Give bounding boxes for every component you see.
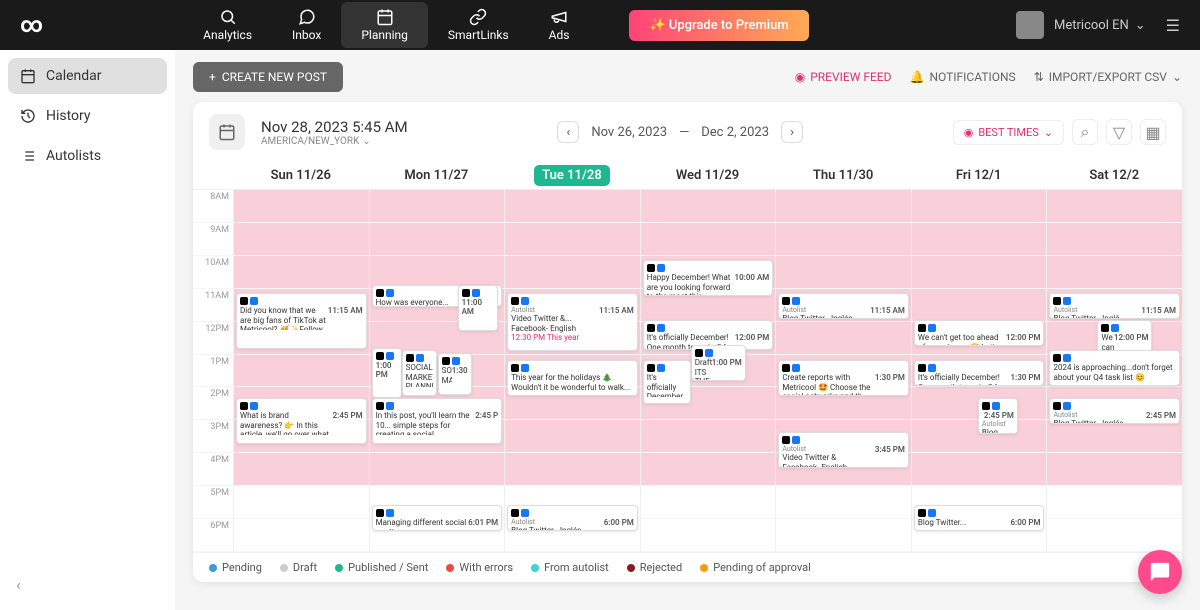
day-header: Sat 12/2 [1046,162,1182,189]
legend-item: Published / Sent [335,561,428,574]
day-column[interactable]: 11:15 AMDid you know that we are big fan… [233,190,369,552]
calendar-icon [209,114,245,150]
calendar-event[interactable]: 1:00 PMDraft ITS THE MOS... WONDERFUL 🎄 [691,345,746,381]
calendar-event[interactable]: This year for the holidays 🎄 Wouldn't it… [507,360,638,396]
day-header: Thu 11/30 [775,162,911,189]
nav-inbox[interactable]: Inbox [272,2,341,48]
instagram-icon: ◉ [795,70,805,84]
create-post-button[interactable]: +CREATE NEW POST [193,62,343,92]
brand-avatar [1016,11,1044,39]
day-header: Sun 11/26 [233,162,369,189]
legend-item: Rejected [627,561,682,574]
hamburger-menu-icon[interactable]: ☰ [1166,16,1180,35]
main-nav: Analytics Inbox Planning SmartLinks Ads [183,2,589,48]
sort-icon: ⇅ [1034,70,1044,84]
calendar-event[interactable]: 6:00 PMAutolistBlog Twitter - Inglés [507,505,638,531]
nav-analytics[interactable]: Analytics [183,2,272,48]
sidebar: Calendar History Autolists ‹ [0,50,175,610]
sidebar-item-autolists[interactable]: Autolists [8,138,167,174]
calendar-event[interactable]: 1:30SOCIA MARKE... [438,353,472,395]
sidebar-collapse-icon[interactable]: ‹ [8,567,29,602]
logo: ∞ [20,13,43,38]
upgrade-button[interactable]: ✨ Upgrade to Premium [629,10,808,41]
time-label: 12PM [193,322,233,355]
calendar-event[interactable]: 10:00 AMHappy December! What are you loo… [643,260,774,296]
import-export-button[interactable]: ⇅IMPORT/EXPORT CSV⌄ [1034,70,1182,84]
time-label: 2PM [193,387,233,420]
chevron-down-icon: ⌄ [1044,126,1053,139]
time-label: 5PM [193,486,233,519]
calendar-panel: Nov 28, 2023 5:45 AM AMERICA/NEW_YORK⌄ ‹… [193,102,1182,582]
calendar-event[interactable]: 3:45 PMAutolistVideo Twitter & Facebook-… [778,432,909,468]
chevron-down-icon: ⌄ [362,136,370,147]
current-datetime: Nov 28, 2023 5:45 AM [261,118,408,136]
calendar-event[interactable]: 6:00 PMBlog Twitter... [914,505,1045,531]
legend-item: Pending of approval [700,561,811,574]
nav-planning[interactable]: Planning [341,2,428,48]
calendar-view-icon[interactable]: ▦ [1140,119,1166,145]
time-label: 10AM [193,256,233,289]
day-column[interactable]: 10:00 AMHappy December! What are you loo… [640,190,776,552]
day-header: Fri 12/1 [911,162,1047,189]
date-range-start: Nov 26, 2023 [591,125,667,140]
day-column[interactable]: 12:00 PMWe can't get too ahead of oursel… [911,190,1047,552]
instagram-icon: ◉ [964,126,974,139]
next-week-button[interactable]: › [781,121,803,143]
time-label: 11AM [193,289,233,322]
nav-smartlinks[interactable]: SmartLinks [428,2,529,48]
time-label: 4PM [193,453,233,486]
day-column[interactable]: 11:15 AMAutolistBlog Twitter - Inglés 1:3… [775,190,911,552]
calendar-event[interactable]: 11:15 AMDid you know that we are big fan… [236,293,367,349]
calendar-event[interactable]: 6:01 PMManaging different social media [372,505,503,531]
sidebar-item-calendar[interactable]: Calendar [8,58,167,94]
calendar-event[interactable]: 1:30 PMCreate reports with Metricool 🤩 C… [778,360,909,396]
best-times-button[interactable]: ◉BEST TIMES⌄ [953,120,1064,145]
filter-icon[interactable]: ▽ [1106,119,1132,145]
prev-week-button[interactable]: ‹ [557,121,579,143]
timezone-selector[interactable]: AMERICA/NEW_YORK⌄ [261,136,408,147]
calendar-event[interactable]: 2:45 PIn this post, you'll learn the 10.… [372,398,503,444]
time-label: 1PM [193,355,233,388]
day-column[interactable]: 11:00 AMHow was everyone...11:00 AMInsta… [369,190,505,552]
calendar-event[interactable]: 11:00 AMInstagram SEO is a process of...… [458,285,498,331]
calendar-event[interactable]: 11:15 AMAutolistBlog Twitter - Inglé... [1049,293,1180,319]
time-label: 9AM [193,223,233,256]
calendar-event[interactable]: 1:30 PMIt's officially December! One mon… [914,360,1045,386]
calendar-event[interactable]: 2:45 PMWhat is brand awareness? 👉 In thi… [236,398,367,444]
calendar-event[interactable]: 1:00 PMSocial media is a great wa... inc… [372,348,402,398]
date-range-end: Dec 2, 2023 [701,125,769,140]
calendar-event[interactable]: 2:45 PMAutolistBlog Twitter - Inglés [1049,398,1180,424]
plus-icon: + [209,70,216,84]
calendar-event[interactable]: It's officially December... go in Q4 Met… [643,360,691,404]
search-icon[interactable]: ⌕ [1072,119,1098,145]
sidebar-item-history[interactable]: History [8,98,167,134]
nav-ads[interactable]: Ads [529,2,590,48]
calendar-event[interactable]: 2024 is approaching...don't forget about… [1049,350,1180,386]
day-column[interactable]: 11:15 AMAutolistBlog Twitter - Inglé...1… [1046,190,1182,552]
calendar-event[interactable]: 11:15 AMAutolistVideo Twitter &... Faceb… [507,293,638,351]
calendar-event[interactable]: 11:15 AMAutolistBlog Twitter - Inglés [778,293,909,319]
bell-icon: 🔔 [910,70,925,84]
time-label: 3PM [193,420,233,453]
calendar-event[interactable]: 2:45 PMAutolistBlog Twitter - Inglés [978,398,1018,434]
legend-item: From autolist [531,561,609,574]
legend-item: Pending [209,561,262,574]
brand-selector[interactable]: Metricool EN⌄ [1054,18,1146,33]
notifications-button[interactable]: 🔔NOTIFICATIONS [910,70,1016,84]
day-header: Tue 11/28 [504,162,640,189]
chevron-down-icon: ⌄ [1135,18,1146,33]
calendar-event[interactable]: 12:00 PMWe can't get too ahead of oursel… [914,320,1045,346]
legend-item: Draft [280,561,317,574]
day-header: Mon 11/27 [369,162,505,189]
day-column[interactable]: 11:15 AMAutolistVideo Twitter &... Faceb… [504,190,640,552]
calendar-event[interactable]: SOCIAL MARKET PLANNE... [402,350,437,396]
legend-item: With errors [446,561,513,574]
time-label: 6PM [193,519,233,552]
chat-button[interactable] [1138,550,1182,594]
chevron-down-icon: ⌄ [1172,70,1182,84]
day-header: Wed 11/29 [640,162,776,189]
preview-feed-button[interactable]: ◉PREVIEW FEED [795,70,892,84]
time-label: 8AM [193,190,233,223]
